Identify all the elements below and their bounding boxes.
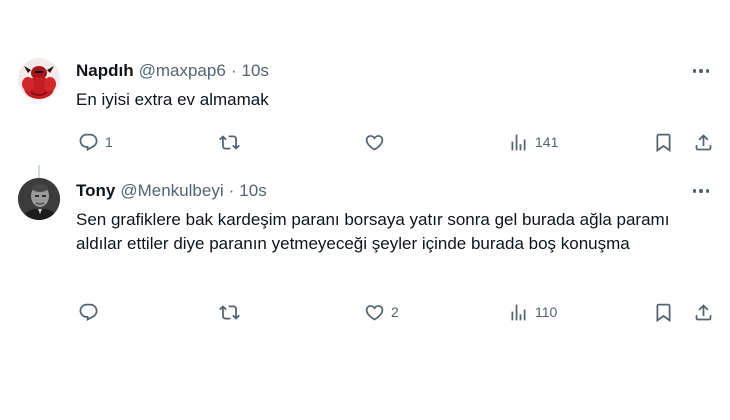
retweet-button[interactable] <box>219 300 246 324</box>
timestamp[interactable]: 10s <box>239 180 266 202</box>
bookmark-icon <box>653 302 674 323</box>
like-button[interactable] <box>364 130 391 154</box>
views-button[interactable]: 110 <box>508 300 557 324</box>
reply-button[interactable] <box>78 300 105 324</box>
action-bar: 2 110 <box>76 300 716 324</box>
more-icon[interactable] <box>690 64 712 78</box>
like-icon <box>364 132 385 153</box>
reply-icon <box>78 302 99 323</box>
avatar[interactable] <box>18 178 60 220</box>
separator-dot: · <box>230 61 237 80</box>
author-handle[interactable]: @Menkulbeyi <box>120 180 223 202</box>
retweet-icon <box>219 302 240 323</box>
bookmark-button[interactable] <box>653 130 674 154</box>
tweet[interactable]: Tony @Menkulbeyi · 10s Sen grafiklere ba… <box>0 170 730 330</box>
bookmark-icon <box>653 132 674 153</box>
author-name[interactable]: Tony <box>76 180 115 202</box>
share-icon <box>693 132 714 153</box>
views-icon <box>508 302 529 323</box>
reply-thread: Napdıh @maxpap6 · 10s En iyisi extra ev … <box>0 0 730 420</box>
views-count: 141 <box>535 134 559 150</box>
share-button[interactable] <box>693 130 714 154</box>
red-muscle-character-avatar-icon <box>18 58 60 100</box>
avatar[interactable] <box>18 58 60 100</box>
like-count: 2 <box>391 304 399 320</box>
retweet-icon <box>219 132 240 153</box>
reply-count: 1 <box>105 134 113 150</box>
views-button[interactable]: 141 <box>508 130 558 154</box>
more-icon[interactable] <box>690 184 712 198</box>
author-name[interactable]: Napdıh <box>76 60 134 82</box>
retweet-button[interactable] <box>219 130 246 154</box>
share-button[interactable] <box>693 300 714 324</box>
timestamp[interactable]: 10s <box>241 60 268 82</box>
like-button[interactable]: 2 <box>364 300 399 324</box>
views-icon <box>508 132 529 153</box>
bookmark-button[interactable] <box>653 300 674 324</box>
tweet-text: Sen grafiklere bak kardeşim paranı borsa… <box>76 210 670 253</box>
author-handle[interactable]: @maxpap6 <box>139 60 226 82</box>
tweet-header: Tony @Menkulbeyi · 10s <box>76 180 267 202</box>
grayscale-man-photo-avatar-icon <box>18 178 60 220</box>
like-icon <box>364 302 385 323</box>
tweet-header: Napdıh @maxpap6 · 10s <box>76 60 269 82</box>
reply-button[interactable]: 1 <box>78 130 113 154</box>
tweet[interactable]: Napdıh @maxpap6 · 10s En iyisi extra ev … <box>0 50 730 220</box>
action-bar: 1 141 <box>76 130 716 154</box>
share-icon <box>693 302 714 323</box>
separator-dot: · <box>228 181 235 200</box>
reply-icon <box>78 132 99 153</box>
views-count: 110 <box>535 304 558 320</box>
tweet-text: En iyisi extra ev almamak <box>76 90 269 109</box>
